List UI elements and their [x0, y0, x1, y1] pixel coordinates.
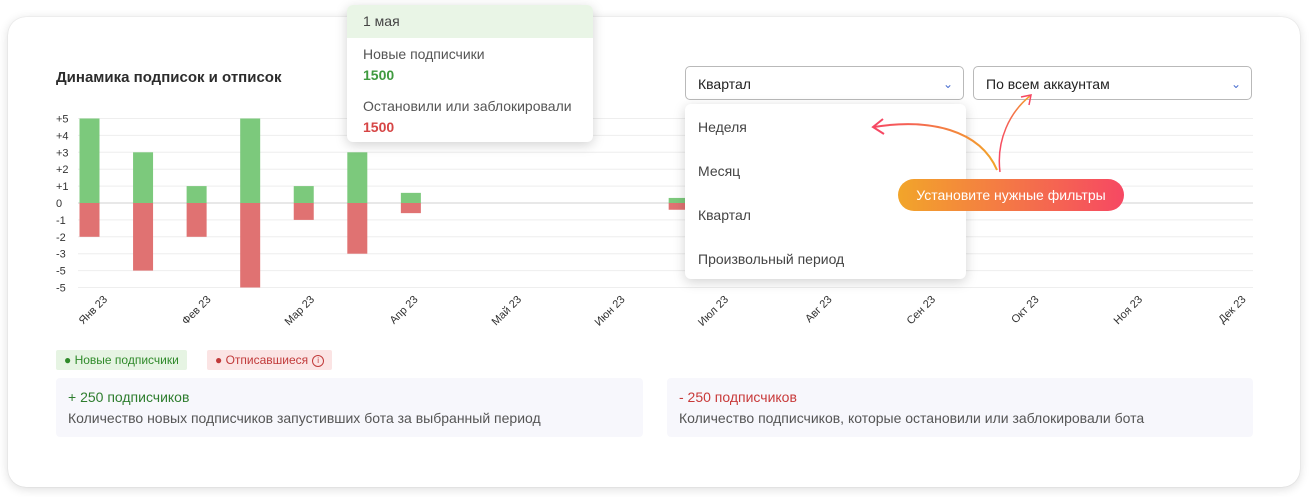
summary-new-desc: Количество новых подписчиков запустивших… — [68, 410, 541, 426]
period-option-quarter[interactable]: Квартал — [698, 207, 751, 223]
period-option-week[interactable]: Неделя — [698, 119, 747, 135]
account-select[interactable]: По всем аккаунтам ⌄ — [973, 66, 1252, 100]
bar-unsub[interactable] — [79, 203, 100, 237]
legend-new: ● Новые подписчики — [56, 350, 187, 370]
y-tick-label: -5 — [56, 266, 66, 278]
tooltip-new-label: Новые подписчики — [363, 46, 485, 62]
y-tick-label: +4 — [56, 130, 69, 142]
bar-new[interactable] — [293, 186, 314, 203]
bar-unsub[interactable] — [293, 203, 314, 220]
account-select-value: По всем аккаунтам — [986, 76, 1110, 92]
y-tick-label: +1 — [56, 181, 69, 193]
x-tick-label: Дек 23 — [1216, 294, 1248, 326]
summary-unsub-title: - 250 подписчиков — [679, 389, 797, 405]
tooltip-stopped-value: 1500 — [363, 119, 395, 135]
summary-unsub-desc: Количество подписчиков, которые останови… — [679, 410, 1145, 426]
x-tick-label: Янв 23 — [77, 294, 110, 327]
bar-unsub[interactable] — [240, 203, 261, 288]
y-tick-label: +5 — [56, 114, 69, 126]
summary-unsub: - 250 подписчиков Количество подписчиков… — [667, 378, 1253, 437]
y-tick-label: +3 — [56, 147, 69, 159]
bar-new[interactable] — [400, 192, 421, 203]
x-tick-label: Фев 23 — [180, 294, 214, 328]
x-tick-label: Июл 23 — [696, 294, 731, 329]
y-tick-label: -5 — [56, 283, 66, 295]
bar-new[interactable] — [240, 118, 261, 204]
x-tick-label: Май 23 — [490, 294, 525, 329]
summary-new-title: + 250 подписчиков — [68, 389, 190, 405]
x-tick-label: Авг 23 — [803, 294, 834, 325]
y-tick-label: -2 — [56, 232, 66, 244]
info-icon[interactable]: i — [312, 354, 325, 367]
x-tick-label: Окт 23 — [1009, 294, 1041, 326]
chevron-down-icon: ⌄ — [1230, 77, 1241, 91]
summary-new: + 250 подписчиков Количество новых подпи… — [56, 378, 643, 437]
bar-new[interactable] — [79, 118, 100, 204]
x-tick-label: Ноя 23 — [1112, 294, 1145, 327]
legend-new-label: ● Новые подписчики — [64, 353, 179, 367]
x-tick-label: Апр 23 — [388, 294, 421, 327]
bar-unsub[interactable] — [186, 203, 207, 237]
tooltip-date: 1 мая — [347, 5, 593, 38]
bar-new[interactable] — [186, 186, 207, 203]
x-tick-label: Июн 23 — [593, 294, 628, 329]
period-option-month[interactable]: Месяц — [698, 163, 740, 179]
legend-unsub-label: ● Отписавшиеся — [215, 353, 309, 367]
legend-unsub: ● Отписавшиеся i — [207, 350, 333, 370]
tooltip-stopped-label: Остановили или заблокировали — [363, 98, 572, 114]
bar-new[interactable] — [133, 152, 154, 203]
bar-new[interactable] — [347, 152, 368, 203]
bar-unsub[interactable] — [400, 203, 421, 214]
chart-tooltip: 1 мая Новые подписчики 1500 Остановили и… — [347, 5, 593, 142]
bar-unsub[interactable] — [347, 203, 368, 254]
x-tick-label: Мар 23 — [283, 294, 318, 329]
y-tick-label: +2 — [56, 164, 69, 176]
hint-badge: Установите нужные фильтры — [898, 179, 1124, 211]
y-tick-label: -1 — [56, 215, 66, 227]
chevron-down-icon: ⌄ — [942, 77, 953, 91]
y-tick-label: 0 — [56, 198, 62, 210]
period-select-value: Квартал — [698, 76, 751, 92]
y-tick-label: -3 — [56, 249, 66, 261]
period-option-custom[interactable]: Произвольный период — [698, 251, 844, 267]
period-select[interactable]: Квартал ⌄ — [685, 66, 964, 100]
x-tick-label: Сен 23 — [905, 294, 939, 328]
tooltip-new-value: 1500 — [363, 67, 395, 83]
bar-unsub[interactable] — [133, 203, 154, 271]
